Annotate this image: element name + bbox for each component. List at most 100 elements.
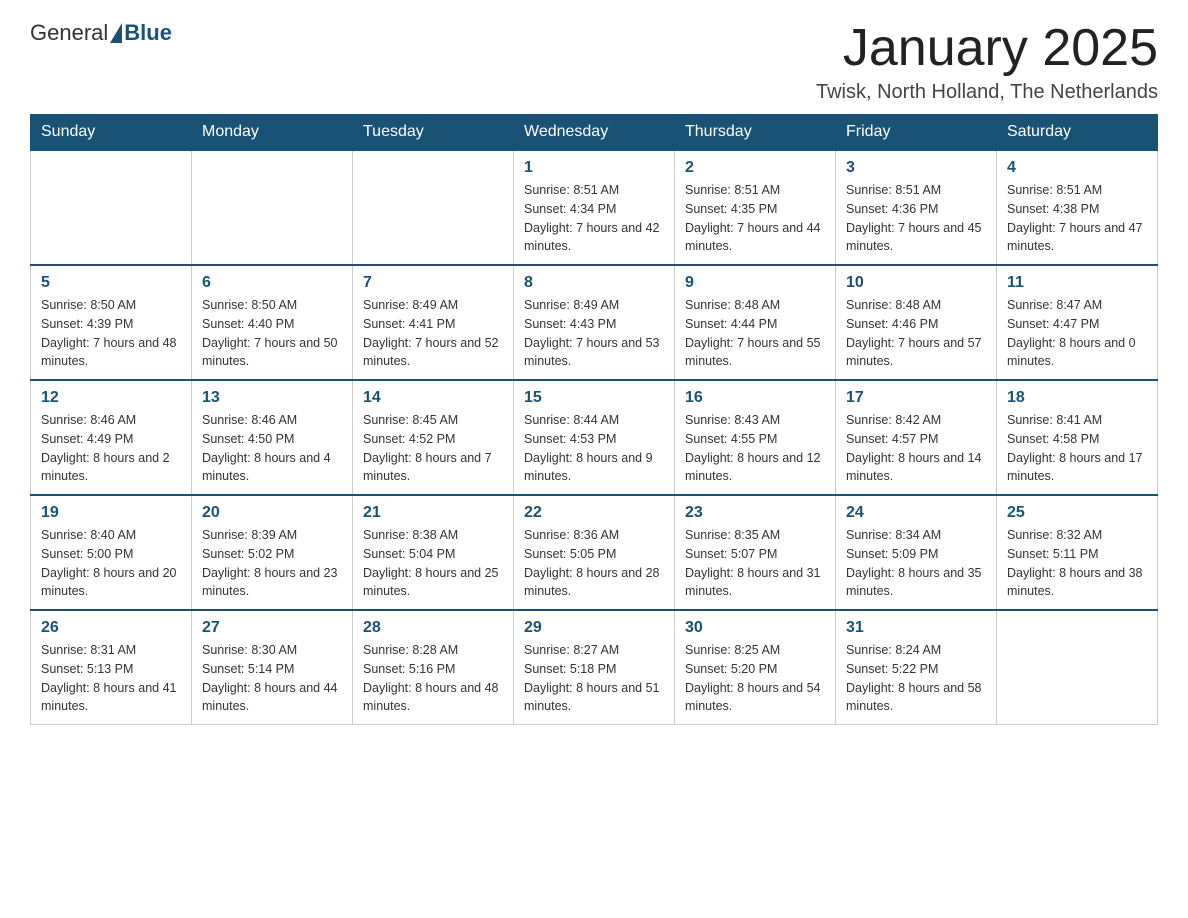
calendar-cell: 29Sunrise: 8:27 AMSunset: 5:18 PMDayligh… [514, 610, 675, 725]
day-info: Sunrise: 8:44 AMSunset: 4:53 PMDaylight:… [524, 411, 664, 486]
day-number: 31 [846, 619, 986, 637]
logo-general-text: General [30, 20, 108, 46]
calendar-cell [192, 150, 353, 265]
calendar-cell: 20 Sunrise: 8:39 AMSunset: 5:02 PMDayligh… [192, 495, 353, 610]
calendar-cell: 11 Sunrise: 8:47 AMSunset: 4:47 PMDayligh… [997, 265, 1158, 380]
day-number: 16 [685, 389, 825, 407]
day-number: 26 [41, 619, 181, 637]
calendar-cell: 19Sunrise: 8:40 AMSunset: 5:00 PMDayligh… [31, 495, 192, 610]
day-info: Sunrise: 8:27 AMSunset: 5:18 PMDaylight:… [524, 641, 664, 716]
day-info: Sunrise: 8:24 AMSunset: 5:22 PMDaylight:… [846, 641, 986, 716]
weekday-header-friday: Friday [836, 115, 997, 151]
weekday-header-saturday: Saturday [997, 115, 1158, 151]
day-number: 17 [846, 389, 986, 407]
day-info: Sunrise: 8:51 AMSunset: 4:35 PMDaylight:… [685, 181, 825, 256]
week-row-4: 19Sunrise: 8:40 AMSunset: 5:00 PMDayligh… [31, 495, 1158, 610]
weekday-header-wednesday: Wednesday [514, 115, 675, 151]
calendar-cell: 17 Sunrise: 8:42 AMSunset: 4:57 PMDayligh… [836, 380, 997, 495]
day-info: Sunrise: 8:51 AMSunset: 4:36 PMDaylight:… [846, 181, 986, 256]
day-info: Sunrise: 8:50 AMSunset: 4:40 PMDaylight:… [202, 296, 342, 371]
day-info: Sunrise: 8:36 AMSunset: 5:05 PMDaylight:… [524, 526, 664, 601]
calendar-cell: 15 Sunrise: 8:44 AMSunset: 4:53 PMDayligh… [514, 380, 675, 495]
weekday-header-monday: Monday [192, 115, 353, 151]
day-info: Sunrise: 8:51 AMSunset: 4:34 PMDaylight:… [524, 181, 664, 256]
calendar-cell: 5 Sunrise: 8:50 AMSunset: 4:39 PMDaylight… [31, 265, 192, 380]
day-info: Sunrise: 8:50 AMSunset: 4:39 PMDaylight:… [41, 296, 181, 371]
day-number: 23 [685, 504, 825, 522]
day-info: Sunrise: 8:41 AMSunset: 4:58 PMDaylight:… [1007, 411, 1147, 486]
day-info: Sunrise: 8:40 AMSunset: 5:00 PMDaylight:… [41, 526, 181, 601]
day-number: 21 [363, 504, 503, 522]
day-number: 15 [524, 389, 664, 407]
logo-blue-text: Blue [124, 20, 172, 46]
calendar-cell: 31 Sunrise: 8:24 AMSunset: 5:22 PMDayligh… [836, 610, 997, 725]
calendar-cell: 2 Sunrise: 8:51 AMSunset: 4:35 PMDaylight… [675, 150, 836, 265]
day-info: Sunrise: 8:39 AMSunset: 5:02 PMDaylight:… [202, 526, 342, 601]
week-row-1: 1 Sunrise: 8:51 AMSunset: 4:34 PMDaylight… [31, 150, 1158, 265]
day-number: 3 [846, 159, 986, 177]
day-info: Sunrise: 8:45 AMSunset: 4:52 PMDaylight:… [363, 411, 503, 486]
logo: General Blue [30, 20, 172, 46]
weekday-header-thursday: Thursday [675, 115, 836, 151]
calendar-cell: 18 Sunrise: 8:41 AMSunset: 4:58 PMDayligh… [997, 380, 1158, 495]
day-number: 2 [685, 159, 825, 177]
calendar-cell: 6 Sunrise: 8:50 AMSunset: 4:40 PMDaylight… [192, 265, 353, 380]
day-number: 27 [202, 619, 342, 637]
weekday-header-tuesday: Tuesday [353, 115, 514, 151]
week-row-5: 26 Sunrise: 8:31 AMSunset: 5:13 PMDayligh… [31, 610, 1158, 725]
day-info: Sunrise: 8:48 AMSunset: 4:44 PMDaylight:… [685, 296, 825, 371]
week-row-3: 12Sunrise: 8:46 AMSunset: 4:49 PMDayligh… [31, 380, 1158, 495]
calendar-cell: 30 Sunrise: 8:25 AMSunset: 5:20 PMDayligh… [675, 610, 836, 725]
calendar-cell: 7 Sunrise: 8:49 AMSunset: 4:41 PMDaylight… [353, 265, 514, 380]
day-number: 20 [202, 504, 342, 522]
day-number: 24 [846, 504, 986, 522]
day-info: Sunrise: 8:31 AMSunset: 5:13 PMDaylight:… [41, 641, 181, 716]
calendar-cell: 12Sunrise: 8:46 AMSunset: 4:49 PMDayligh… [31, 380, 192, 495]
month-title: January 2025 [816, 20, 1158, 77]
weekday-header-sunday: Sunday [31, 115, 192, 151]
weekday-header-row: SundayMondayTuesdayWednesdayThursdayFrid… [31, 115, 1158, 151]
day-number: 11 [1007, 274, 1147, 292]
day-info: Sunrise: 8:49 AMSunset: 4:41 PMDaylight:… [363, 296, 503, 371]
calendar-cell: 25Sunrise: 8:32 AMSunset: 5:11 PMDayligh… [997, 495, 1158, 610]
day-number: 9 [685, 274, 825, 292]
day-number: 6 [202, 274, 342, 292]
day-number: 7 [363, 274, 503, 292]
calendar-cell: 26 Sunrise: 8:31 AMSunset: 5:13 PMDayligh… [31, 610, 192, 725]
calendar-cell: 22 Sunrise: 8:36 AMSunset: 5:05 PMDayligh… [514, 495, 675, 610]
day-info: Sunrise: 8:49 AMSunset: 4:43 PMDaylight:… [524, 296, 664, 371]
calendar-cell [31, 150, 192, 265]
day-info: Sunrise: 8:25 AMSunset: 5:20 PMDaylight:… [685, 641, 825, 716]
page-header: General Blue January 2025 Twisk, North H… [30, 20, 1158, 104]
day-info: Sunrise: 8:38 AMSunset: 5:04 PMDaylight:… [363, 526, 503, 601]
calendar-cell [353, 150, 514, 265]
calendar-cell: 10 Sunrise: 8:48 AMSunset: 4:46 PMDayligh… [836, 265, 997, 380]
day-number: 30 [685, 619, 825, 637]
calendar-cell: 4Sunrise: 8:51 AMSunset: 4:38 PMDaylight… [997, 150, 1158, 265]
day-number: 8 [524, 274, 664, 292]
day-info: Sunrise: 8:47 AMSunset: 4:47 PMDaylight:… [1007, 296, 1147, 371]
day-info: Sunrise: 8:35 AMSunset: 5:07 PMDaylight:… [685, 526, 825, 601]
day-info: Sunrise: 8:42 AMSunset: 4:57 PMDaylight:… [846, 411, 986, 486]
calendar-table: SundayMondayTuesdayWednesdayThursdayFrid… [30, 114, 1158, 725]
day-info: Sunrise: 8:32 AMSunset: 5:11 PMDaylight:… [1007, 526, 1147, 601]
day-info: Sunrise: 8:48 AMSunset: 4:46 PMDaylight:… [846, 296, 986, 371]
day-number: 5 [41, 274, 181, 292]
title-area: January 2025 Twisk, North Holland, The N… [816, 20, 1158, 104]
day-number: 14 [363, 389, 503, 407]
week-row-2: 5 Sunrise: 8:50 AMSunset: 4:39 PMDaylight… [31, 265, 1158, 380]
day-info: Sunrise: 8:30 AMSunset: 5:14 PMDaylight:… [202, 641, 342, 716]
day-info: Sunrise: 8:34 AMSunset: 5:09 PMDaylight:… [846, 526, 986, 601]
day-number: 12 [41, 389, 181, 407]
logo-triangle-icon [110, 23, 122, 43]
day-number: 18 [1007, 389, 1147, 407]
calendar-cell: 21 Sunrise: 8:38 AMSunset: 5:04 PMDayligh… [353, 495, 514, 610]
day-number: 22 [524, 504, 664, 522]
calendar-cell: 1 Sunrise: 8:51 AMSunset: 4:34 PMDaylight… [514, 150, 675, 265]
calendar-cell: 13Sunrise: 8:46 AMSunset: 4:50 PMDayligh… [192, 380, 353, 495]
day-number: 10 [846, 274, 986, 292]
day-number: 1 [524, 159, 664, 177]
day-info: Sunrise: 8:46 AMSunset: 4:50 PMDaylight:… [202, 411, 342, 486]
calendar-cell: 27 Sunrise: 8:30 AMSunset: 5:14 PMDayligh… [192, 610, 353, 725]
calendar-cell: 24 Sunrise: 8:34 AMSunset: 5:09 PMDayligh… [836, 495, 997, 610]
